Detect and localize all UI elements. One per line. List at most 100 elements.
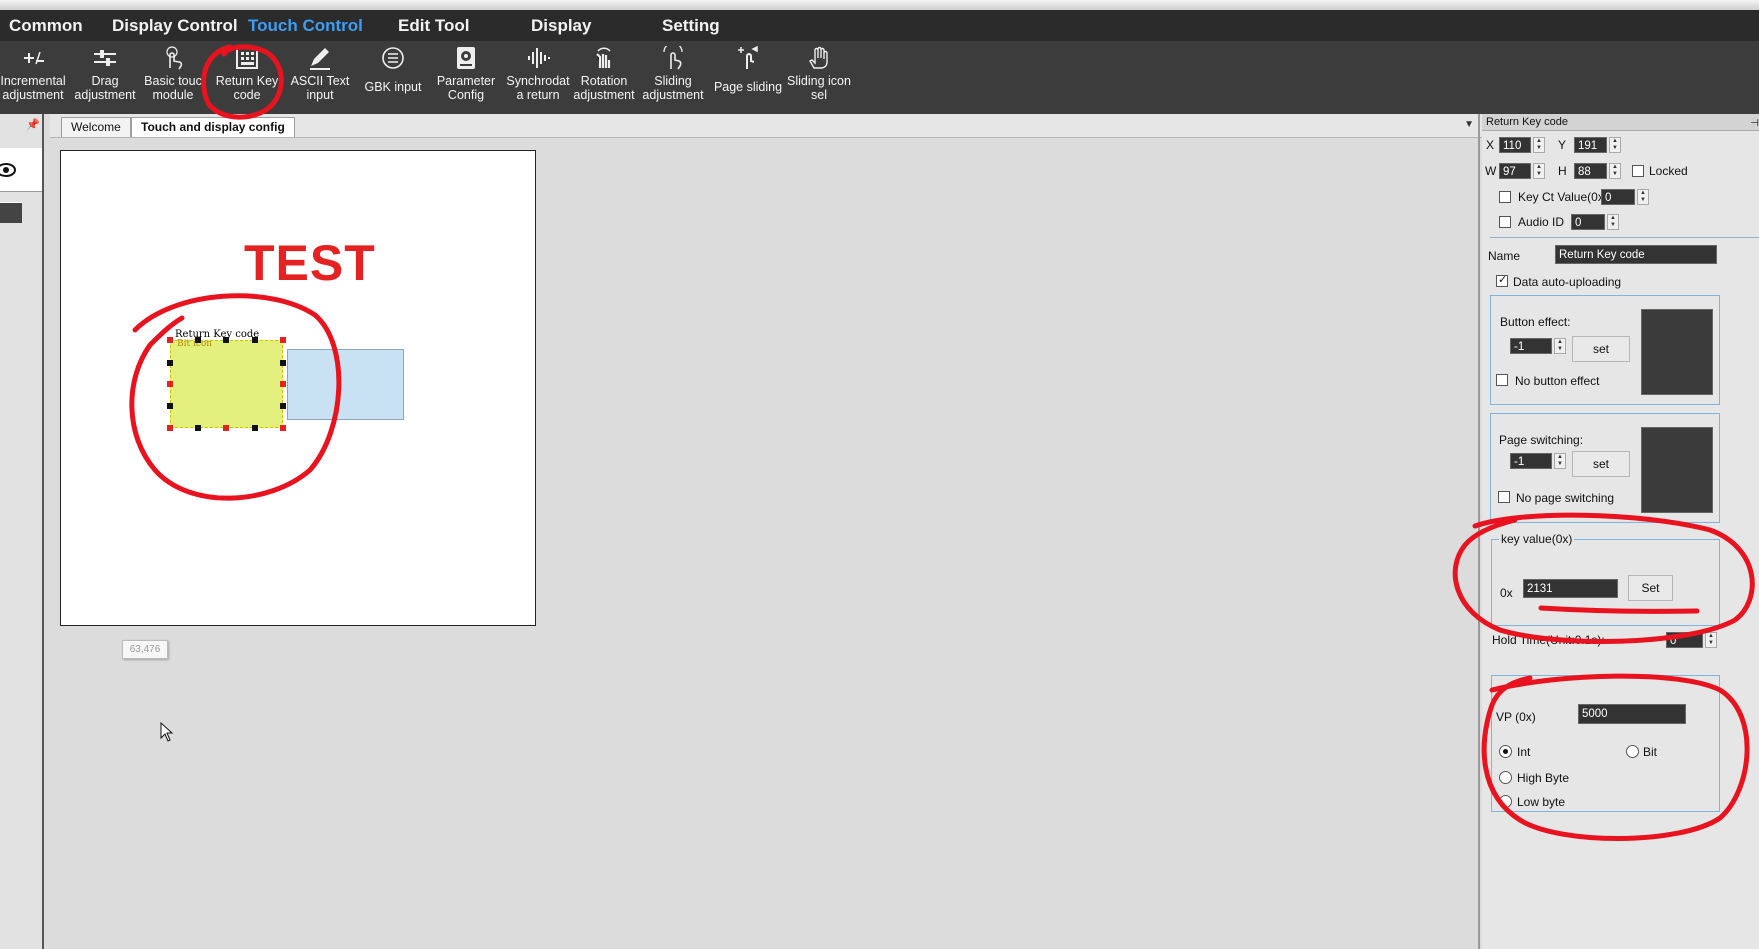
- tool-page-sliding[interactable]: Page sliding: [712, 44, 784, 112]
- page-switching-field[interactable]: -1: [1510, 453, 1552, 469]
- key-prefix-label: 0x: [1500, 586, 1513, 600]
- key-ct-field[interactable]: 0: [1601, 189, 1635, 205]
- properties-title: Return Key code ⊣: [1482, 114, 1759, 131]
- tab-welcome[interactable]: Welcome: [61, 117, 131, 137]
- tool-parameter-config[interactable]: Parameter Config: [430, 44, 502, 112]
- x-label: X: [1486, 138, 1495, 152]
- tab-touch-and-display-config[interactable]: Touch and display config: [131, 117, 295, 137]
- resize-handle[interactable]: [252, 337, 258, 343]
- page-switching-spinner[interactable]: ▲ ▼: [1554, 453, 1566, 469]
- properties-panel: Return Key code ⊣ X 110 ▲ ▼ Y 191 ▲ ▼ W 97 …: [1482, 114, 1759, 949]
- key-value-set-button[interactable]: Set: [1628, 575, 1673, 601]
- audio-id-label: Audio ID: [1518, 215, 1565, 229]
- tool-sliding-icon-sel[interactable]: Sliding icon sel: [783, 44, 855, 112]
- resize-handle[interactable]: [167, 381, 173, 387]
- tool-label: Basic touc module: [144, 74, 202, 102]
- resize-handle[interactable]: [167, 425, 173, 431]
- panel-divider[interactable]: [1478, 114, 1480, 949]
- bit-radio[interactable]: [1626, 745, 1639, 758]
- menu-setting[interactable]: Setting: [662, 10, 720, 41]
- tool-return-key-code[interactable]: Return Key code: [211, 44, 283, 112]
- tool-ascii-text-input[interactable]: ASCII Text input: [284, 44, 356, 112]
- sound-wave-icon: [502, 46, 574, 74]
- high-byte-radio[interactable]: [1499, 771, 1512, 784]
- hold-time-field[interactable]: 0: [1666, 632, 1703, 648]
- vp-field[interactable]: 5000: [1578, 704, 1686, 724]
- w-field[interactable]: 97: [1499, 163, 1531, 179]
- menu-touch-control[interactable]: Touch Control: [248, 10, 363, 41]
- w-spinner[interactable]: ▲ ▼: [1533, 163, 1545, 179]
- key-ct-label: Key Ct Value(0x): [1518, 190, 1608, 204]
- tool-basic-touch-module[interactable]: Basic touc module: [137, 44, 209, 112]
- button-effect-spinner[interactable]: ▲ ▼: [1554, 338, 1566, 354]
- resize-handle[interactable]: [223, 337, 229, 343]
- resize-handle[interactable]: [280, 403, 286, 409]
- h-spinner[interactable]: ▲ ▼: [1609, 163, 1621, 179]
- pen-icon: [284, 46, 356, 74]
- menu-edit-tool[interactable]: Edit Tool: [398, 10, 469, 41]
- audio-id-spinner[interactable]: ▲ ▼: [1607, 214, 1619, 230]
- int-radio[interactable]: [1499, 745, 1512, 758]
- pin-icon[interactable]: ⊣: [1750, 116, 1759, 132]
- tool-rotation-adjustment[interactable]: Rotation adjustment: [568, 44, 640, 112]
- button-effect-field[interactable]: -1: [1510, 338, 1552, 354]
- tool-sliding-adjustment[interactable]: Sliding adjustment: [637, 44, 709, 112]
- menu-display-control[interactable]: Display Control: [112, 10, 238, 41]
- resize-handle[interactable]: [167, 360, 173, 366]
- return-key-code-control[interactable]: [170, 340, 283, 428]
- name-field[interactable]: Return Key code: [1555, 245, 1717, 264]
- hold-time-label: Hold Time(Unit:0.1s):: [1492, 633, 1605, 647]
- y-label: Y: [1558, 138, 1567, 152]
- resize-handle[interactable]: [223, 425, 229, 431]
- tool-label: Rotation adjustment: [573, 74, 635, 102]
- preview-panel[interactable]: [0, 148, 42, 192]
- resize-handle[interactable]: [167, 337, 173, 343]
- audio-id-checkbox[interactable]: [1499, 216, 1511, 228]
- low-byte-radio[interactable]: [1499, 795, 1512, 808]
- tool-drag-adjustment[interactable]: Drag adjustment: [69, 44, 141, 112]
- locked-checkbox[interactable]: [1632, 165, 1644, 177]
- resize-handle[interactable]: [252, 425, 258, 431]
- list-item-selected[interactable]: [0, 203, 22, 223]
- resize-handle[interactable]: [280, 381, 286, 387]
- resize-handle[interactable]: [280, 337, 286, 343]
- mouse-cursor-icon: [160, 721, 174, 745]
- menu-common[interactable]: Common: [9, 10, 83, 41]
- button-effect-preview: [1641, 309, 1713, 395]
- button-effect-label: Button effect:: [1500, 315, 1571, 329]
- key-ct-spinner[interactable]: ▲ ▼: [1637, 189, 1649, 205]
- resize-handle[interactable]: [280, 360, 286, 366]
- audio-id-field[interactable]: 0: [1571, 214, 1605, 230]
- button-effect-set-button[interactable]: set: [1572, 336, 1630, 362]
- key-ct-checkbox[interactable]: [1499, 191, 1511, 203]
- tool-synchrodata-return[interactable]: Synchrodat a return: [502, 44, 574, 112]
- slide-hand-icon: [637, 46, 709, 74]
- x-spinner[interactable]: ▲ ▼: [1533, 137, 1545, 153]
- no-button-effect-checkbox[interactable]: [1496, 374, 1508, 386]
- tool-gbk-input[interactable]: GBK input: [357, 44, 429, 112]
- test-text-element[interactable]: TEST: [244, 234, 376, 292]
- menu-display[interactable]: Display: [531, 10, 591, 41]
- y-spinner[interactable]: ▲ ▼: [1609, 137, 1621, 153]
- y-field[interactable]: 191: [1574, 137, 1607, 153]
- tab-dropdown-icon[interactable]: ▼: [1464, 119, 1474, 130]
- resize-handle[interactable]: [167, 403, 173, 409]
- tool-label: Incremental adjustment: [0, 74, 66, 102]
- hand-icon: [783, 46, 855, 74]
- hold-time-spinner[interactable]: ▲ ▼: [1705, 632, 1717, 648]
- tool-incremental-adjustment[interactable]: Incremental adjustment: [0, 44, 69, 112]
- menu-bar: Common Display Control Touch Control Edi…: [0, 10, 1759, 41]
- h-field[interactable]: 88: [1574, 163, 1607, 179]
- pin-icon[interactable]: 📌: [26, 118, 40, 131]
- key-value-field[interactable]: 2131: [1523, 579, 1618, 598]
- page-switching-set-button[interactable]: set: [1572, 451, 1630, 477]
- design-canvas[interactable]: TEST Return Key code Bit icon: [60, 150, 536, 626]
- resize-handle[interactable]: [280, 425, 286, 431]
- auto-upload-checkbox[interactable]: [1496, 273, 1508, 287]
- x-field[interactable]: 110: [1499, 137, 1531, 153]
- no-page-switching-checkbox[interactable]: [1498, 491, 1510, 503]
- resize-handle[interactable]: [195, 425, 201, 431]
- high-byte-label: High Byte: [1517, 771, 1570, 785]
- resize-handle[interactable]: [195, 337, 201, 343]
- bit-icon-area[interactable]: [287, 349, 404, 420]
